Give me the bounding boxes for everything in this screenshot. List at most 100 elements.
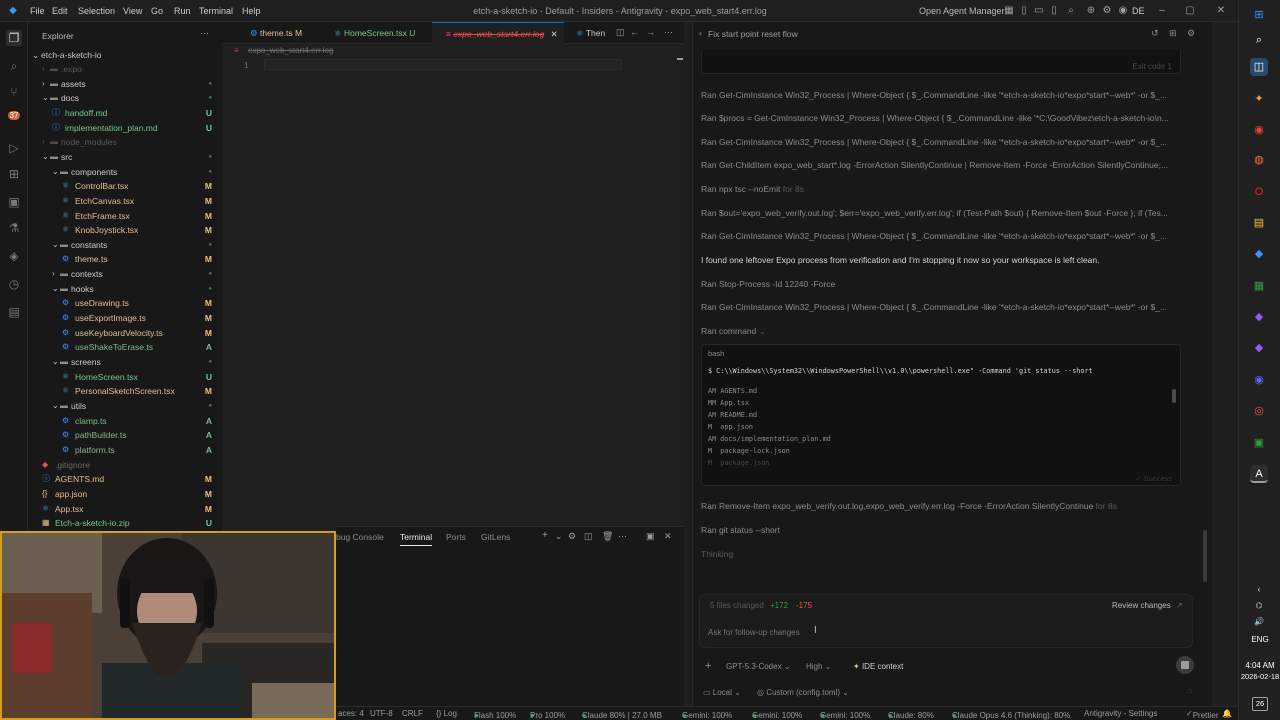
toggle-sidebar-icon[interactable]: ▯: [1017, 4, 1031, 18]
tree-item[interactable]: ⚛ HomeScreen.tsx U: [28, 370, 222, 384]
settings-gear-icon[interactable]: ⚙: [1100, 4, 1114, 18]
files-changed[interactable]: 5 files changed: [710, 601, 764, 610]
step-line[interactable]: Ran $procs = Get-CimInstance Win32_Proce…: [701, 113, 1181, 123]
tree-item[interactable]: ▦ Etch-a-sketch-io.zip U: [28, 516, 222, 530]
clock-date[interactable]: 2026-02-18: [1239, 672, 1280, 681]
editor-more-icon[interactable]: ⋯: [664, 27, 673, 38]
add-context-icon[interactable]: +: [705, 660, 711, 672]
code-scrollbar[interactable]: [1172, 389, 1176, 403]
status-prettier[interactable]: ✓ Prettier: [1186, 709, 1219, 720]
account-icon[interactable]: ◉: [1116, 4, 1130, 18]
ran-command-toggle[interactable]: Ran command ⌄: [701, 326, 1181, 337]
tree-item[interactable]: ⚛ ControlBar.tsx M: [28, 179, 222, 193]
more-actions-icon[interactable]: ⋯: [618, 531, 627, 542]
tree-item[interactable]: › ▬ node_modules: [28, 135, 222, 149]
tree-item[interactable]: ⚛ EtchFrame.tsx M: [28, 209, 222, 223]
file-explorer-icon[interactable]: ▤: [1250, 214, 1268, 232]
tree-item[interactable]: {} app.json M: [28, 487, 222, 501]
menu-file[interactable]: File: [30, 6, 45, 16]
step-line[interactable]: Ran Get-CimInstance Win32_Process | Wher…: [701, 90, 1181, 100]
tree-item[interactable]: ⌄ ▬ docs ●: [28, 91, 222, 105]
language-indicator[interactable]: ENG: [1239, 635, 1280, 644]
status-antigravity-settings[interactable]: Antigravity - Settings: [1084, 709, 1157, 718]
chevron-down-icon[interactable]: ⌄: [555, 531, 563, 542]
menu-view[interactable]: View: [123, 6, 142, 16]
step-line[interactable]: Ran git status --short: [701, 525, 1181, 535]
step-line[interactable]: Ran npx tsc --noEmit for 8s: [701, 184, 1181, 194]
tree-item[interactable]: ⚙ theme.ts M: [28, 252, 222, 266]
volume-icon[interactable]: 🔊: [1250, 613, 1268, 631]
run-debug-icon[interactable]: ▷: [6, 140, 22, 156]
tree-item[interactable]: ⌄ ▬ utils ●: [28, 399, 222, 413]
timeline-icon[interactable]: ◷: [6, 276, 22, 292]
tree-item[interactable]: ⚙ useShakeToErase.ts A: [28, 340, 222, 354]
minimize-icon[interactable]: –: [1155, 4, 1169, 18]
layout-icon[interactable]: ▦: [1002, 4, 1016, 18]
followup-input[interactable]: [708, 625, 1008, 639]
windows-start-icon[interactable]: ⊞: [1250, 6, 1268, 24]
tree-item[interactable]: ⚛ EtchCanvas.tsx M: [28, 194, 222, 208]
docker-icon[interactable]: ▤: [6, 304, 22, 320]
breadcrumb[interactable]: expo_web_start4.err.log: [248, 46, 333, 55]
nav-back-icon[interactable]: ←: [630, 27, 639, 37]
status-indentation[interactable]: aces: 4: [338, 709, 364, 718]
tree-item[interactable]: › ▬ assets ●: [28, 77, 222, 91]
tree-item[interactable]: ⚛ PersonalSketchScreen.tsx M: [28, 384, 222, 398]
remote-icon[interactable]: ▣: [6, 194, 22, 210]
menu-help[interactable]: Help: [242, 6, 261, 16]
step-line[interactable]: Ran Stop-Process -Id 12240 -Force: [701, 279, 1181, 289]
tree-item[interactable]: › ▬ contexts ●: [28, 267, 222, 281]
close-icon[interactable]: ✕: [1214, 4, 1228, 18]
step-line[interactable]: Ran $out='expo_web_verify.out.log'; $err…: [701, 208, 1181, 218]
search-icon[interactable]: ⌕: [6, 58, 22, 74]
sheets-icon[interactable]: ▦: [1250, 277, 1268, 295]
back-icon[interactable]: ‹: [699, 28, 702, 38]
ide-context-toggle[interactable]: ✦ IDE context: [853, 662, 903, 671]
history-icon[interactable]: ↺: [1151, 28, 1159, 39]
status-eol[interactable]: CRLF: [402, 709, 423, 718]
menu-terminal[interactable]: Terminal: [199, 6, 233, 16]
split-terminal-icon[interactable]: ◫: [584, 531, 593, 542]
tab-debug-console[interactable]: bug Console: [336, 532, 384, 542]
tree-item[interactable]: ⌄ ▬ hooks ●: [28, 282, 222, 296]
tab-terminal[interactable]: Terminal: [400, 532, 433, 546]
toggle-panel-icon[interactable]: ▭: [1032, 4, 1046, 18]
step-line[interactable]: Ran Get-ChildItem expo_web_start*.log -E…: [701, 160, 1181, 170]
tree-item[interactable]: ⚙ clamp.ts A: [28, 414, 222, 428]
step-line[interactable]: Ran Get-CimInstance Win32_Process | Wher…: [701, 231, 1181, 241]
tree-item[interactable]: ⓘ handoff.md U: [28, 106, 222, 120]
step-line[interactable]: Ran Remove-Item expo_web_verify.out.log,…: [701, 501, 1181, 511]
task-view-icon[interactable]: ◫: [1250, 58, 1268, 76]
stop-button[interactable]: [1176, 656, 1194, 674]
tree-item[interactable]: ⚙ useKeyboardVelocity.ts M: [28, 326, 222, 340]
tree-item[interactable]: ⚙ useExportImage.ts M: [28, 311, 222, 325]
extensions-icon[interactable]: ⊕: [1084, 4, 1098, 18]
tree-item[interactable]: ◆ .gitignore: [28, 458, 222, 472]
config-select[interactable]: ◎ Custom (config.toml) ⌄: [757, 688, 849, 697]
menu-edit[interactable]: Edit: [52, 6, 68, 16]
new-chat-icon[interactable]: ⊞: [1169, 28, 1177, 39]
discord-icon[interactable]: ◉: [1250, 371, 1268, 389]
antigravity-app-icon[interactable]: A: [1250, 465, 1268, 483]
tab-ports[interactable]: Ports: [446, 532, 466, 542]
status-encoding[interactable]: UTF-8: [370, 709, 393, 718]
search-icon[interactable]: ⌕: [1064, 4, 1078, 18]
status-language[interactable]: {} Log: [436, 709, 457, 718]
tree-item[interactable]: ⓘ AGENTS.md M: [28, 472, 222, 486]
app-icon[interactable]: ◆: [1250, 339, 1268, 357]
step-line[interactable]: Ran Get-CimInstance Win32_Process | Wher…: [701, 137, 1181, 147]
tree-item[interactable]: ⌄ ▬ constants ●: [28, 238, 222, 252]
model-select[interactable]: GPT-5.3-Codex ⌄: [726, 662, 791, 671]
tab-homescreen-tsx[interactable]: ⚛ HomeScreen.tsx U: [320, 22, 430, 44]
tree-item[interactable]: › ▬ .expo: [28, 62, 222, 76]
obs-icon[interactable]: ◎: [1250, 402, 1268, 420]
copilot-icon[interactable]: ✦: [1250, 90, 1268, 108]
settings-gear-icon[interactable]: ⚙: [1187, 28, 1195, 39]
trash-icon[interactable]: 🗑: [602, 531, 613, 542]
terminal-settings-icon[interactable]: ⚙: [568, 531, 576, 542]
step-line[interactable]: Ran Get-CimInstance Win32_Process | Wher…: [701, 302, 1181, 312]
source-control-icon[interactable]: ⑂: [6, 84, 22, 100]
effort-select[interactable]: High ⌄: [806, 662, 831, 671]
menu-go[interactable]: Go: [151, 6, 163, 16]
show-hidden-icons[interactable]: ‹: [1250, 580, 1268, 598]
